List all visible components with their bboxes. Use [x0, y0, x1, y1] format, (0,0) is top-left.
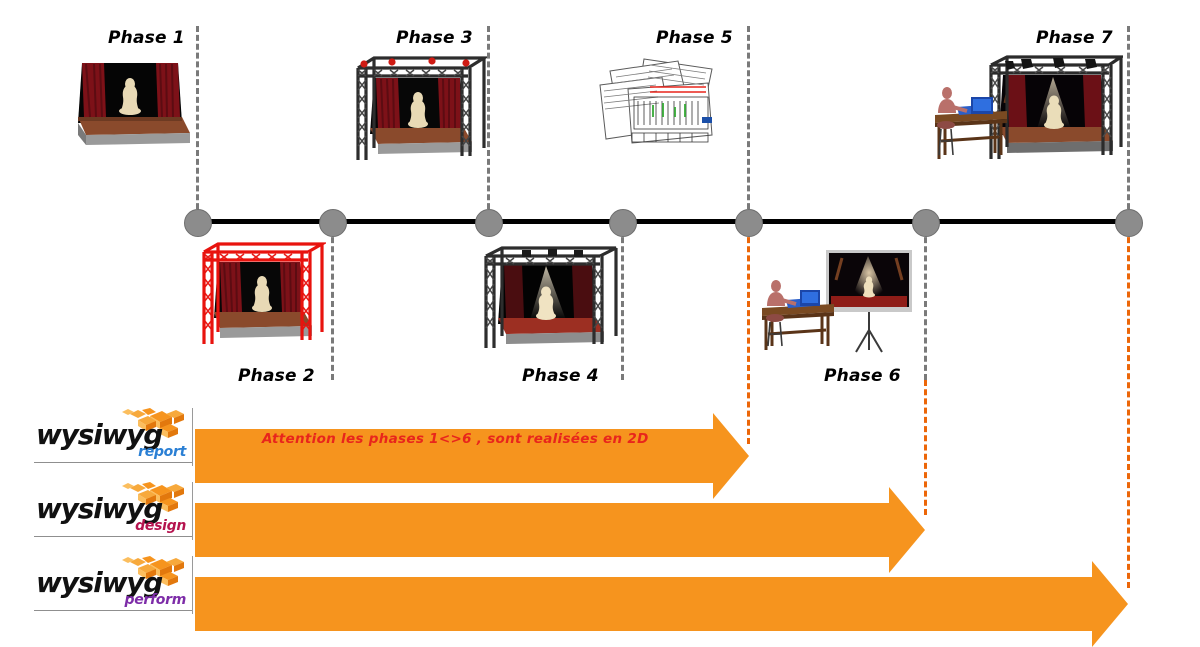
thumbnail-phase-4 — [478, 244, 620, 359]
connector-phase-5-top — [747, 26, 750, 218]
arrow-head — [889, 487, 925, 573]
connector-phase-1 — [196, 26, 199, 218]
timeline-node-phase-3[interactable] — [475, 209, 503, 237]
connector-phase-7-top — [1127, 26, 1130, 218]
logo-underline — [34, 610, 192, 611]
timeline-node-phase-4[interactable] — [609, 209, 637, 237]
logo-underline — [34, 536, 192, 537]
diagram-canvas: Phase 1 Phase 2 Phase 3 Phase 4 Phase 5 Phase… — [0, 0, 1200, 647]
connector-phase-6-top — [924, 228, 927, 380]
connector-phase-7-arrow — [1127, 228, 1130, 588]
thumbnail-phase-3 — [348, 52, 488, 172]
arrow-head — [1092, 561, 1128, 647]
phase-label-7: Phase 7 — [1036, 28, 1113, 48]
thumbnail-phase-6 — [756, 246, 916, 358]
phase-label-5: Phase 5 — [656, 28, 733, 48]
thumbnail-phase-5 — [592, 55, 720, 150]
connector-phase-2 — [331, 228, 334, 380]
timeline-node-phase-2[interactable] — [319, 209, 347, 237]
logo-perform: wysiwyg perform — [32, 556, 193, 614]
logo-suffix-design: design — [135, 518, 186, 534]
logo-underline — [34, 462, 192, 463]
logo-suffix-report: report — [138, 444, 186, 460]
timeline-node-phase-7[interactable] — [1115, 209, 1143, 237]
phase-label-2: Phase 2 — [238, 366, 315, 386]
phase-label-3: Phase 3 — [396, 28, 473, 48]
phase-label-6: Phase 6 — [824, 366, 901, 386]
logo-suffix-perform: perform — [124, 592, 186, 608]
phase-label-4: Phase 4 — [522, 366, 599, 386]
arrow-head — [713, 413, 749, 499]
arrow-body — [195, 503, 889, 557]
connector-phase-3 — [487, 26, 490, 218]
logo-report: wysiwyg report — [32, 408, 193, 466]
timeline-node-phase-1[interactable] — [184, 209, 212, 237]
thumbnail-phase-7 — [925, 55, 1123, 170]
logo-design: wysiwyg design — [32, 482, 193, 540]
timeline-node-phase-6[interactable] — [912, 209, 940, 237]
thumbnail-phase-2 — [196, 240, 326, 355]
arrow-note-2d-warning: Attention les phases 1<>6 , sont realisé… — [262, 431, 649, 447]
phase-label-1: Phase 1 — [108, 28, 185, 48]
thumbnail-phase-1 — [70, 55, 195, 150]
arrow-body — [195, 577, 1092, 631]
connector-phase-5-arrow — [747, 228, 750, 444]
connector-phase-4 — [621, 228, 624, 380]
timeline-node-phase-5[interactable] — [735, 209, 763, 237]
